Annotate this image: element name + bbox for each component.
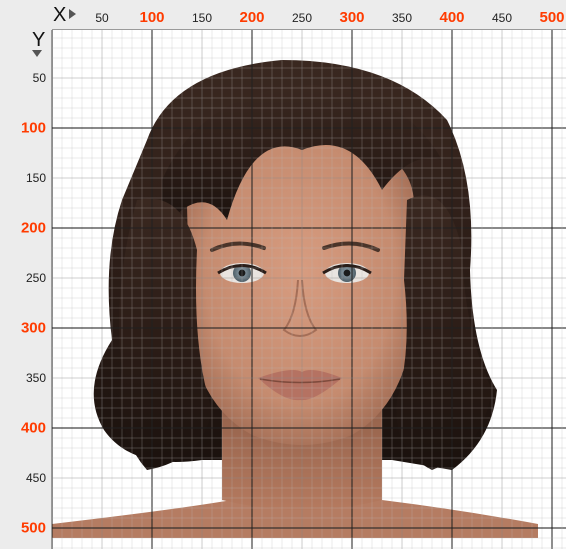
y-axis-label: Y [32, 29, 46, 51]
x-tick-label: 100 [139, 9, 165, 26]
grid-canvas: X Y 50 100 150 200 250 300 350 400 450 500 50 100 1… [0, 0, 566, 549]
y-axis-arrow-icon [32, 50, 42, 57]
y-tick-label: 250 [25, 271, 46, 285]
x-tick-label: 500 [539, 9, 565, 26]
y-tick-label: 150 [25, 171, 46, 185]
x-tick-label: 350 [391, 11, 413, 25]
y-tick-label: 50 [32, 71, 46, 85]
x-tick-label: 400 [439, 9, 465, 26]
x-tick-label: 450 [491, 11, 513, 25]
y-tick-label: 400 [20, 419, 46, 437]
x-tick-label: 50 [95, 11, 109, 25]
y-tick-label: 350 [25, 371, 46, 385]
x-axis-arrow-icon [69, 9, 76, 19]
measurement-grid [52, 30, 566, 549]
y-tick-label: 300 [20, 319, 46, 337]
y-tick-label: 450 [25, 471, 46, 485]
y-tick-label: 100 [20, 119, 46, 137]
y-tick-label: 200 [20, 219, 46, 237]
x-tick-label: 250 [291, 11, 313, 25]
ruler-corner [0, 0, 52, 30]
x-ruler [0, 0, 566, 30]
x-tick-label: 300 [339, 9, 365, 26]
plot-area [52, 30, 566, 549]
x-tick-label: 150 [191, 11, 213, 25]
x-tick-label: 200 [239, 9, 265, 26]
y-tick-label: 500 [20, 519, 46, 537]
x-axis-label: X [53, 4, 67, 26]
